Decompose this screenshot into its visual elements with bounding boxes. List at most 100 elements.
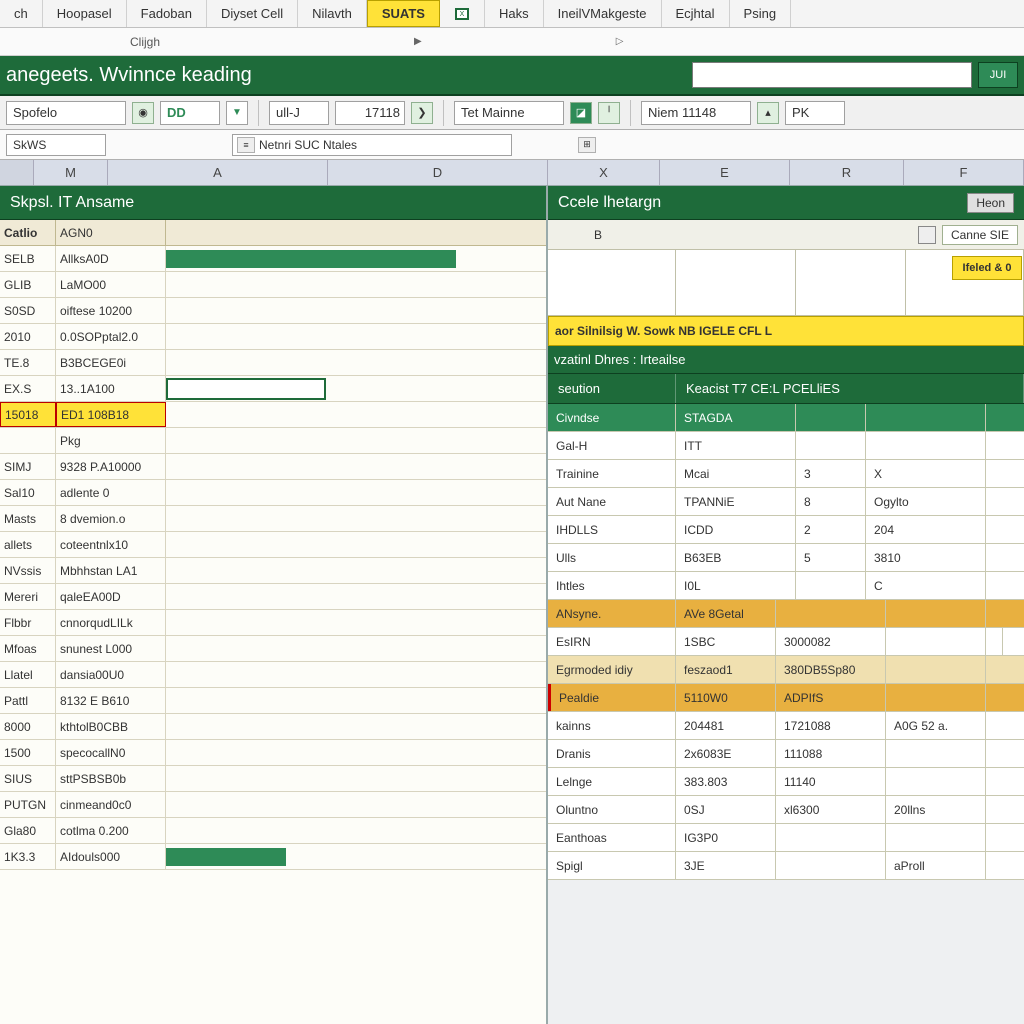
table-row[interactable]: 8000kthtolB0CBB	[0, 714, 546, 740]
col-header[interactable]: X	[548, 160, 660, 185]
cell[interactable]	[886, 768, 986, 795]
stepper-icon[interactable]: ❯	[411, 102, 433, 124]
cell[interactable]: 1721088	[776, 712, 886, 739]
cell[interactable]: Mfoas	[0, 636, 56, 661]
cell[interactable]: 204	[866, 516, 986, 543]
cell[interactable]: 2x6083E	[676, 740, 776, 767]
cell[interactable]: ANsyne.	[548, 600, 676, 627]
table-row[interactable]: 1500specocallN0	[0, 740, 546, 766]
table-row[interactable]: S0SDoiftese 10200	[0, 298, 546, 324]
table-row[interactable]: EsIRN1SBC3000082	[548, 628, 1024, 656]
cell[interactable]: 8	[796, 488, 866, 515]
cell[interactable]: PUTGN	[0, 792, 56, 817]
table-row[interactable]: SIUSsttPSBSB0b	[0, 766, 546, 792]
col-header[interactable]: R	[790, 160, 904, 185]
menu-item[interactable]: IneilVMakgeste	[544, 0, 662, 27]
cell[interactable]	[776, 824, 886, 851]
subheader-cell[interactable]: AGN0	[56, 220, 166, 245]
table-row[interactable]: Oluntno0SJxl630020llns	[548, 796, 1024, 824]
cell[interactable]	[866, 404, 986, 431]
prop-dd[interactable]: DD	[160, 101, 220, 125]
cell[interactable]: TPANNiE	[676, 488, 796, 515]
prop-field[interactable]: ull-J	[269, 101, 329, 125]
cell[interactable]: AllksA0D	[56, 246, 166, 271]
cell[interactable]: S0SD	[0, 298, 56, 323]
cell[interactable]: Oluntno	[548, 796, 676, 823]
table-row[interactable]: Masts8 dvemion.o	[0, 506, 546, 532]
cell[interactable]: ICDD	[676, 516, 796, 543]
cell[interactable]	[796, 432, 866, 459]
cell[interactable]: ADPIfS	[776, 684, 886, 711]
prop-field[interactable]: Tet Mainne	[454, 101, 564, 125]
table-row[interactable]: Dranis2x6083E111088	[548, 740, 1024, 768]
col-header[interactable]: M	[34, 160, 108, 185]
cell[interactable]: B3BCEGE0i	[56, 350, 166, 375]
cell[interactable]: Mbhhstan LA1	[56, 558, 166, 583]
menu-item[interactable]: Fadoban	[127, 0, 207, 27]
green-header-cell[interactable]: seution	[548, 374, 676, 403]
cell[interactable]: GLIB	[0, 272, 56, 297]
cell[interactable]: Pattl	[0, 688, 56, 713]
cell[interactable]: cotlma 0.200	[56, 818, 166, 843]
cell[interactable]: 20llns	[886, 796, 986, 823]
table-row[interactable]: EX.S13..1A100	[0, 376, 546, 402]
cell[interactable]	[866, 432, 986, 459]
cell[interactable]: feszaod1	[676, 656, 776, 683]
cell[interactable]: C	[866, 572, 986, 599]
play-icon[interactable]: ▶	[414, 36, 422, 47]
cell[interactable]: cinmeand0c0	[56, 792, 166, 817]
table-row[interactable]: kainns2044811721088A0G 52 a.	[548, 712, 1024, 740]
col-header[interactable]: E	[660, 160, 790, 185]
cell[interactable]: EX.S	[0, 376, 56, 401]
menu-item[interactable]: Hoopasel	[43, 0, 127, 27]
formula-input[interactable]: ≡ Netnri SUC Ntales	[232, 134, 512, 156]
cell[interactable]: 3JE	[676, 852, 776, 879]
cell[interactable]: 8000	[0, 714, 56, 739]
cell[interactable]: A0G 52 a.	[886, 712, 986, 739]
cell[interactable]: ITT	[676, 432, 796, 459]
table-row[interactable]: Lelnge383.80311140	[548, 768, 1024, 796]
cell[interactable]: SIUS	[0, 766, 56, 791]
cell[interactable]: 2010	[0, 324, 56, 349]
cell[interactable]: 1SBC	[676, 628, 776, 655]
table-row[interactable]: PUTGNcinmeand0c0	[0, 792, 546, 818]
left-grid[interactable]: SELBAllksA0DGLIBLaMO00S0SDoiftese 102002…	[0, 246, 546, 1024]
cell[interactable]: EsIRN	[548, 628, 676, 655]
cell[interactable]	[796, 572, 866, 599]
prop-field[interactable]: PK	[785, 101, 845, 125]
right-table-2[interactable]: ANsyne.AVe 8GetalEsIRN1SBC3000082Egrmode…	[548, 600, 1024, 880]
cell[interactable]: 3000082	[776, 628, 886, 655]
cell[interactable]: Sal10	[0, 480, 56, 505]
excel-icon[interactable]: X	[440, 0, 485, 27]
cell[interactable]: 3	[796, 460, 866, 487]
menu-item[interactable]: ch	[0, 0, 43, 27]
cell[interactable]: SELB	[0, 246, 56, 271]
table-row[interactable]: Pattl8132 E B610	[0, 688, 546, 714]
cell[interactable]: 0SJ	[676, 796, 776, 823]
cell[interactable]: B63EB	[676, 544, 796, 571]
ribbon-button[interactable]: JUI	[978, 62, 1018, 88]
cell[interactable]: allets	[0, 532, 56, 557]
cell[interactable]	[886, 740, 986, 767]
cell[interactable]	[796, 404, 866, 431]
cell[interactable]: cnnorqudLILk	[56, 610, 166, 635]
table-row[interactable]: ANsyne.AVe 8Getal	[548, 600, 1024, 628]
cell[interactable]: I0L	[676, 572, 796, 599]
cell[interactable]: Pealdie	[548, 684, 676, 711]
cell[interactable]: AIdouls000	[56, 844, 166, 869]
cell[interactable]: Dranis	[548, 740, 676, 767]
cell[interactable]	[776, 852, 886, 879]
cell[interactable]: Mereri	[0, 584, 56, 609]
cell[interactable]: dansia00U0	[56, 662, 166, 687]
green-header-cell[interactable]: Keacist T7 CE:L PCELliES	[676, 374, 1024, 403]
table-row[interactable]: Spigl3JEaProll	[548, 852, 1024, 880]
cell[interactable]: 111088	[776, 740, 886, 767]
table-row[interactable]: 1K3.3AIdouls000	[0, 844, 546, 870]
cell[interactable]	[886, 824, 986, 851]
menu-item[interactable]: Nilavth	[298, 0, 367, 27]
cell[interactable]: 380DB5Sp80	[776, 656, 886, 683]
help-button[interactable]: Heon	[967, 193, 1014, 213]
cell[interactable]: Aut Nane	[548, 488, 676, 515]
cell[interactable]: kainns	[548, 712, 676, 739]
cell[interactable]: adlente 0	[56, 480, 166, 505]
